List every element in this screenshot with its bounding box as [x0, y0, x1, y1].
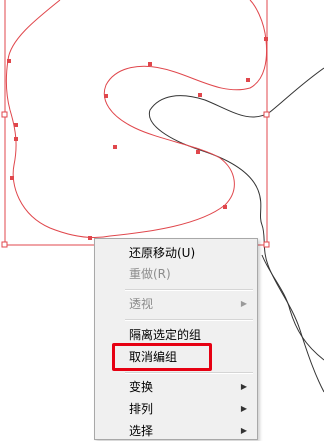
menu-item-label: 取消编组: [129, 350, 178, 364]
menu-item-label: 还原移动(U): [129, 246, 196, 260]
submenu-arrow-icon: ▶: [240, 299, 247, 308]
bounding-box-handles[interactable]: [1, 111, 270, 248]
menu-item-undo-move[interactable]: 还原移动(U): [95, 243, 257, 263]
menu-item-select[interactable]: 选择 ▶: [95, 421, 257, 441]
menu-separator: [125, 319, 253, 321]
menu-item-perspective: 透视 ▶: [95, 294, 257, 314]
menu-separator: [125, 372, 253, 374]
menu-item-label: 隔离选定的组: [129, 328, 202, 342]
menu-item-redo: 重做(R): [95, 264, 257, 284]
black-curve-path-lower[interactable]: [261, 254, 324, 361]
menu-item-label: 重做(R): [129, 267, 171, 281]
submenu-arrow-icon: ▶: [240, 426, 247, 435]
selected-red-path[interactable]: [5, 0, 268, 239]
menu-item-isolate-group[interactable]: 隔离选定的组: [95, 325, 257, 345]
menu-item-label: 变换: [129, 380, 154, 394]
menu-item-arrange[interactable]: 排列 ▶: [95, 399, 257, 419]
submenu-arrow-icon: ▶: [240, 382, 247, 391]
menu-item-label: 选择: [129, 424, 154, 438]
menu-item-ungroup[interactable]: 取消编组: [95, 347, 257, 367]
menu-item-transform[interactable]: 变换 ▶: [95, 377, 257, 397]
menu-item-label: 排列: [129, 402, 154, 416]
selection-bounding-box[interactable]: [4, 0, 268, 246]
menu-separator: [125, 289, 253, 291]
anchor-points[interactable]: [7, 37, 268, 240]
context-menu: 还原移动(U) 重做(R) 透视 ▶ 隔离选定的组 取消编组 变换 ▶ 排列 ▶…: [94, 238, 258, 440]
submenu-arrow-icon: ▶: [240, 404, 247, 413]
menu-item-label: 透视: [129, 297, 154, 311]
